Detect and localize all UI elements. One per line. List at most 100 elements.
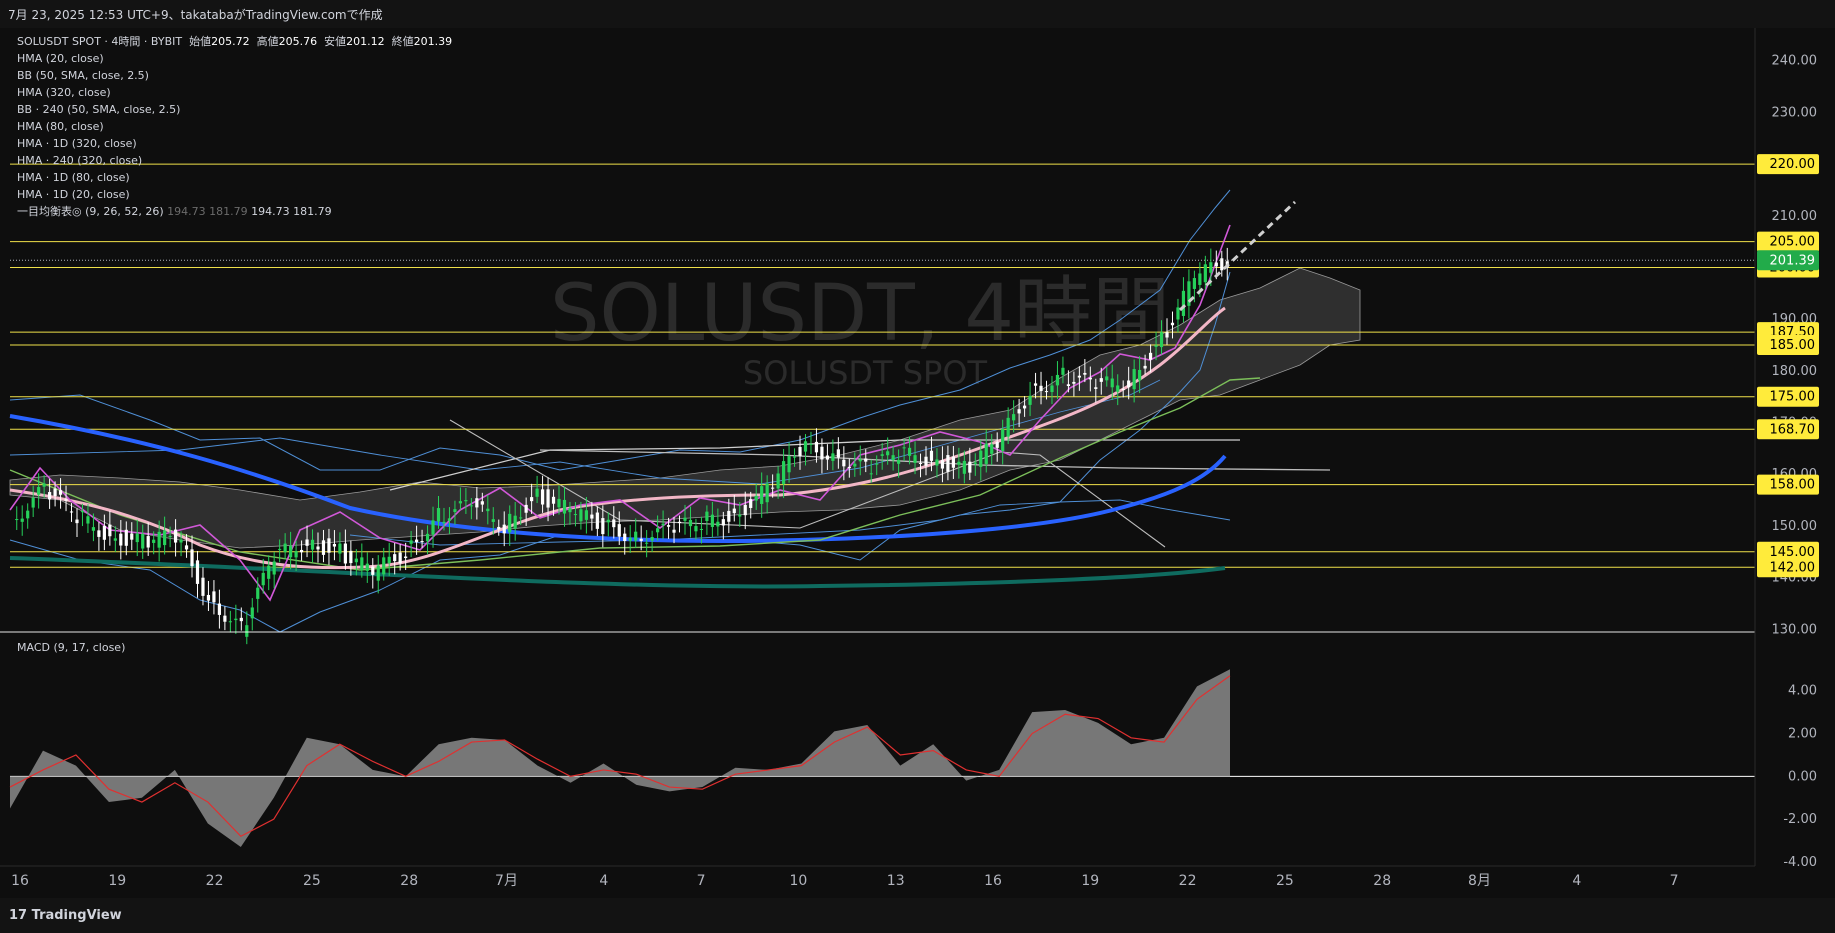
candle-body: [842, 459, 846, 467]
ichimoku-v4: 181.79: [293, 205, 332, 218]
time-tick-label: 13: [887, 873, 905, 889]
candle-body: [1121, 388, 1125, 391]
candle-body: [1022, 405, 1027, 409]
price-tick-label: 240.00: [1772, 54, 1818, 69]
legend-indicator[interactable]: HMA · 1D (80, close): [17, 169, 452, 186]
candle-body: [1012, 414, 1016, 421]
ichimoku-v2: 181.79: [209, 205, 248, 218]
candle-body: [1061, 367, 1065, 375]
candle-body: [760, 486, 764, 504]
legend-ichimoku[interactable]: 一目均衡表◎ (9, 26, 52, 26) 194.73 181.79 194…: [17, 203, 452, 220]
candle-body: [979, 450, 983, 467]
legend-indicator[interactable]: HMA (20, close): [17, 50, 452, 67]
legend-indicator[interactable]: BB · 240 (50, SMA, close, 2.5): [17, 101, 452, 118]
candle-body: [69, 511, 74, 513]
candle-body: [436, 508, 441, 522]
level-label: 220.00: [1770, 157, 1816, 172]
candle-body: [781, 461, 786, 485]
legend-indicator[interactable]: HMA · 240 (320, close): [17, 152, 452, 169]
candle-body: [272, 561, 276, 575]
candle-body: [929, 450, 934, 461]
candle-body: [97, 530, 101, 537]
candle-body: [1203, 264, 1207, 283]
time-tick-label: 22: [206, 873, 224, 889]
candle-body: [190, 549, 194, 567]
candle-body: [475, 498, 479, 508]
candle-body: [299, 549, 304, 553]
candle-body: [1148, 352, 1153, 360]
candle-body: [173, 529, 178, 543]
candle-body: [623, 533, 627, 541]
candle-body: [1143, 365, 1147, 369]
candle-body: [973, 462, 977, 464]
candle-body: [113, 538, 117, 541]
candle-body: [995, 441, 999, 448]
candle-body: [1055, 374, 1060, 386]
tradingview-logo[interactable]: 𝟭𝟳 TradingView: [9, 908, 122, 923]
time-tick-label: 4: [1572, 873, 1581, 889]
candle-body: [371, 566, 375, 575]
legend-close: 201.39: [413, 35, 453, 48]
candle-body: [519, 517, 523, 519]
price-tick-label: 150.00: [1772, 519, 1818, 534]
candle-body: [634, 531, 638, 541]
candle-body: [831, 453, 835, 461]
candle-body: [108, 524, 112, 537]
macd-legend[interactable]: MACD (9, 17, close): [17, 641, 125, 654]
time-tick-label: 7: [1670, 873, 1679, 889]
candle-body: [1083, 372, 1087, 375]
legend-indicator[interactable]: HMA (80, close): [17, 118, 452, 135]
candle-body: [666, 525, 671, 527]
candle-body: [365, 563, 369, 571]
candle-body: [387, 556, 391, 564]
time-axis-ticks[interactable]: 16 19 22 25 28 7月 4 7 10 13 16 19 22 25 28 8月 4 7: [11, 873, 1678, 889]
candle-body: [765, 483, 769, 503]
legend-indicator[interactable]: HMA · 1D (320, close): [17, 135, 452, 152]
candle-body: [1214, 262, 1218, 267]
candle-body: [458, 501, 463, 504]
candle-body: [267, 565, 271, 579]
candle-body: [502, 524, 506, 534]
candle-body: [606, 519, 610, 523]
macd-tick-label: -4.00: [1783, 855, 1817, 870]
candle-body: [1105, 376, 1109, 381]
candle-body: [645, 542, 649, 544]
legend-indicator[interactable]: BB (50, SMA, close, 2.5): [17, 67, 452, 84]
candle-body: [343, 543, 347, 564]
candle-body: [20, 518, 24, 522]
candle-body: [168, 536, 172, 538]
time-tick-label: 10: [789, 873, 807, 889]
candle-body: [447, 518, 452, 521]
candle-body: [141, 533, 145, 549]
candle-body: [886, 451, 890, 456]
price-tick-label: 130.00: [1772, 622, 1818, 637]
candle-body: [940, 460, 945, 469]
candle-body: [540, 489, 545, 505]
candle-body: [152, 539, 156, 543]
time-tick-label: 7: [697, 873, 706, 889]
candle-body: [573, 514, 578, 516]
legend-indicator[interactable]: HMA (320, close): [17, 84, 452, 101]
candle-body: [579, 509, 583, 522]
candle-body: [179, 539, 183, 543]
candle-body: [732, 508, 736, 514]
candle-body: [1154, 345, 1158, 347]
candle-body: [792, 456, 797, 458]
candle-body: [749, 499, 753, 508]
candle-body: [91, 527, 96, 531]
legend-indicator[interactable]: HMA · 1D (20, close): [17, 186, 452, 203]
candle-body: [1099, 378, 1103, 382]
candle-body: [206, 594, 211, 601]
candle-body: [261, 572, 265, 586]
candle-body: [398, 552, 402, 564]
candle-body: [376, 565, 380, 581]
candle-body: [1127, 380, 1131, 388]
candle-body: [102, 525, 106, 540]
candle-body: [130, 533, 134, 540]
candle-body: [875, 463, 879, 465]
candle-body: [414, 539, 419, 543]
candle-body: [1132, 369, 1136, 390]
candle-body: [124, 529, 128, 546]
candle-body: [721, 519, 725, 526]
price-tick-label: 230.00: [1772, 105, 1818, 120]
